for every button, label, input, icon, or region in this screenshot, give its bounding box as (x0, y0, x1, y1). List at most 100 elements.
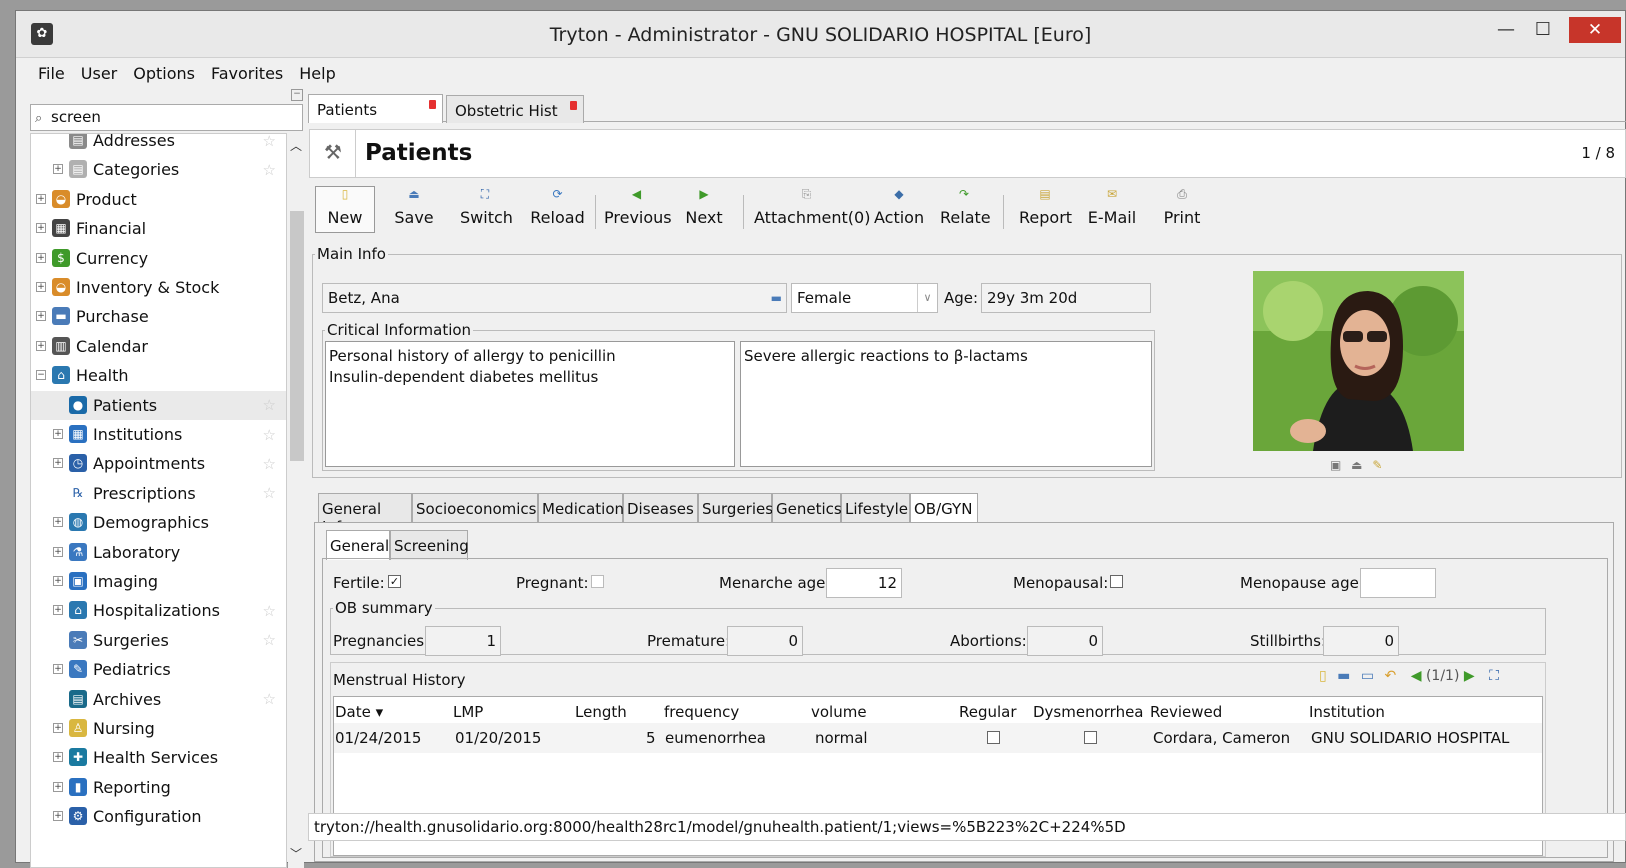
collapse-panel-button[interactable]: − (291, 89, 303, 101)
switch-view-icon[interactable]: ⛶ (1489, 668, 1499, 684)
tree-item-nursing[interactable]: + ♙ Nursing (31, 714, 286, 743)
email-button[interactable]: ✉ E-Mail (1087, 187, 1137, 233)
tree-item-pediatrics[interactable]: + ✎ Pediatrics (31, 655, 286, 684)
tree-item-reporting[interactable]: + ▮ Reporting (31, 773, 286, 802)
open-record-icon[interactable]: ▬ (771, 284, 782, 312)
expand-icon[interactable]: + (53, 576, 63, 586)
menu-favorites[interactable]: Favorites (211, 64, 283, 83)
report-button[interactable]: ▤ Report (1019, 187, 1072, 233)
tree-item-surgeries[interactable]: ✂ Surgeries ☆ (31, 626, 286, 655)
subtab-general[interactable]: General (326, 530, 390, 560)
expand-icon[interactable]: + (36, 311, 46, 322)
print-button[interactable]: ⎙ Print (1162, 187, 1202, 233)
tree-item-financial[interactable]: + ▦ Financial (31, 214, 286, 243)
expand-icon[interactable]: + (53, 458, 63, 469)
menopause-age-field[interactable] (1360, 568, 1436, 598)
tree-scrollbar[interactable]: ︿ ﹀ (288, 133, 304, 868)
tree-item-hospitalizations[interactable]: + ⌂ Hospitalizations ☆ (31, 596, 286, 625)
chevron-down-icon[interactable]: ∨ (917, 284, 937, 312)
scrollbar-thumb[interactable] (290, 211, 304, 461)
column-header[interactable]: Dysmenorrhea (1033, 703, 1144, 721)
tab-genetics[interactable]: Genetics (772, 493, 842, 523)
column-header[interactable]: Length (575, 703, 627, 721)
expand-icon[interactable]: + (53, 546, 63, 557)
attachment-button[interactable]: ⎘ Attachment(0) (754, 187, 870, 233)
pregnant-checkbox[interactable] (591, 575, 604, 588)
favorite-star-icon[interactable]: ☆ (263, 484, 276, 502)
table-row[interactable]: 01/24/2015 01/20/2015 5 eumenorrhea normal Co… (334, 723, 1542, 753)
favorite-star-icon[interactable]: ☆ (263, 396, 276, 414)
tree-item-configuration[interactable]: + ⚙ Configuration (31, 802, 286, 831)
tree-item-archives[interactable]: ▤ Archives ☆ (31, 685, 286, 714)
column-header[interactable]: LMP (453, 703, 483, 721)
relate-button[interactable]: ↷ Relate (940, 187, 991, 233)
scroll-down-icon[interactable]: ﹀ (288, 845, 304, 862)
tree-item-laboratory[interactable]: + ⚗ Laboratory (31, 538, 286, 567)
next-button[interactable]: ▶ Next (684, 187, 724, 233)
subtab-screening[interactable]: Screening (390, 530, 469, 560)
menu-help[interactable]: Help (299, 64, 335, 83)
expand-icon[interactable]: + (36, 223, 46, 234)
tab-obstetric-history[interactable]: Obstetric Hist ... (446, 95, 584, 138)
menu-user[interactable]: User (81, 64, 117, 83)
minimize-button[interactable]: — (1489, 17, 1523, 43)
tab-socioeconomics[interactable]: Socioeconomics (412, 493, 538, 523)
tree-item-patients[interactable]: ● Patients ☆ (31, 390, 286, 420)
expand-icon[interactable]: + (53, 664, 63, 675)
close-button[interactable]: ✕ (1569, 17, 1621, 43)
favorite-star-icon[interactable]: ☆ (263, 161, 276, 179)
tree-item-product[interactable]: + ◒ Product (31, 185, 286, 214)
new-button[interactable]: ▯ New (315, 186, 375, 233)
regular-checkbox[interactable] (987, 731, 1000, 744)
fertile-checkbox[interactable]: ✓ (388, 575, 401, 588)
tab-medication[interactable]: Medication (538, 493, 624, 523)
expand-icon[interactable]: + (53, 429, 63, 439)
column-header[interactable]: Date ▾ (335, 703, 383, 721)
menu-file[interactable]: File (38, 64, 65, 83)
expand-icon[interactable]: + (36, 340, 46, 351)
critical-info-text[interactable]: Personal history of allergy to penicilli… (325, 341, 735, 467)
tab-ob-gyn[interactable]: OB/GYN (910, 493, 978, 523)
brush-icon[interactable]: ✎ (1372, 458, 1382, 472)
expand-icon[interactable]: + (53, 605, 63, 616)
tab-lifestyle[interactable]: Lifestyle (841, 493, 910, 523)
tree-item-calendar[interactable]: + ▥ Calendar (31, 332, 286, 361)
save-button[interactable]: ⏏ Save (394, 187, 434, 233)
patient-name-field[interactable]: Betz, Ana ▬ (322, 283, 787, 313)
favorite-star-icon[interactable]: ☆ (263, 631, 276, 649)
undo-icon[interactable]: ↶ (1385, 668, 1397, 684)
favorite-star-icon[interactable]: ☆ (263, 426, 276, 444)
expand-icon[interactable]: + (36, 193, 46, 204)
favorite-star-icon[interactable]: ☆ (263, 690, 276, 708)
expand-icon[interactable]: + (53, 164, 63, 175)
favorite-star-icon[interactable]: ☆ (263, 134, 276, 150)
tree-item-health[interactable]: − ⌂ Health (31, 361, 286, 390)
tree-item-inventory-stock[interactable]: + ◒ Inventory & Stock (31, 273, 286, 302)
column-header[interactable]: Reviewed (1150, 703, 1222, 721)
tree-item-institutions[interactable]: + ▦ Institutions ☆ (31, 420, 286, 449)
scroll-up-icon[interactable]: ︿ (288, 137, 304, 154)
maximize-button[interactable]: ☐ (1526, 17, 1560, 43)
menopausal-checkbox[interactable] (1110, 575, 1123, 588)
dysmenorrhea-checkbox[interactable] (1084, 731, 1097, 744)
tree-item-prescriptions[interactable]: ℞ Prescriptions ☆ (31, 479, 286, 508)
expand-icon[interactable]: + (36, 282, 46, 292)
open-photo-icon[interactable]: ⏏ (1351, 458, 1362, 472)
favorite-star-icon[interactable]: ☆ (263, 602, 276, 620)
allergies-text[interactable]: Severe allergic reactions to β-lactams (740, 341, 1152, 467)
column-header[interactable]: frequency (664, 703, 739, 721)
menarche-age-field[interactable]: 12 (826, 568, 902, 598)
delete-line-icon[interactable]: ▭ (1361, 668, 1374, 684)
tree-item-categories[interactable]: + ▤ Categories ☆ (31, 155, 286, 184)
menu-search-input[interactable]: ⌕ screen (30, 104, 303, 131)
tab-patients[interactable]: Patients (308, 94, 443, 123)
tree-item-purchase[interactable]: + ▬ Purchase (31, 302, 286, 331)
tree-item-appointments[interactable]: + ◷ Appointments ☆ (31, 449, 286, 478)
close-tab-icon[interactable] (429, 100, 436, 109)
tree-item-demographics[interactable]: + ◍ Demographics (31, 508, 286, 537)
tab-diseases[interactable]: Diseases (623, 493, 698, 523)
tree-item-imaging[interactable]: + ▣ Imaging (31, 567, 286, 596)
expand-icon[interactable]: + (53, 723, 63, 733)
tab-general-info[interactable]: General Info (318, 493, 412, 536)
previous-line-icon[interactable]: ◀ (1411, 668, 1422, 684)
